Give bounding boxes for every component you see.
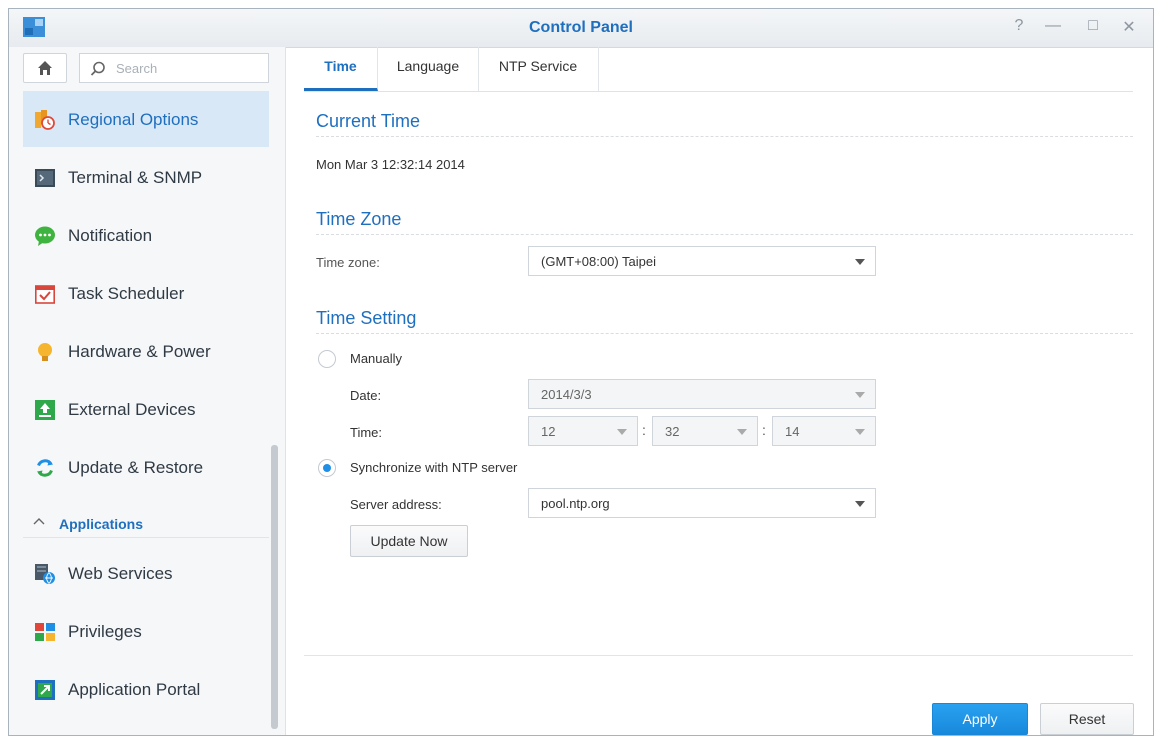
chevron-down-icon	[617, 429, 627, 435]
sidebar-item-label: External Devices	[68, 400, 196, 419]
terminal-icon	[35, 169, 55, 187]
minimize-icon[interactable]: —	[1043, 17, 1063, 35]
chevron-down-icon	[737, 429, 747, 435]
sidebar-item-label: Privileges	[68, 622, 142, 641]
external-devices-icon	[35, 400, 55, 420]
chevron-down-icon	[855, 501, 865, 507]
sidebar-item-label: Regional Options	[68, 110, 199, 129]
sidebar-item-privileges[interactable]: Privileges	[23, 603, 269, 659]
application-portal-icon	[35, 680, 55, 700]
sidebar-item-web-services[interactable]: Web Services	[23, 545, 269, 601]
search-field[interactable]	[79, 53, 269, 83]
manual-label: Manually	[350, 351, 403, 366]
second-select[interactable]: 14	[772, 416, 876, 446]
sidebar-item-label: Notification	[68, 226, 153, 245]
sidebar-item-application-portal[interactable]: Application Portal	[23, 661, 269, 717]
server-address-label: Server address:	[350, 497, 442, 512]
server-address-combo[interactable]: pool.ntp.org	[528, 488, 876, 518]
chevron-up-icon	[33, 515, 45, 529]
update-now-button[interactable]: Update Now	[350, 525, 468, 557]
time-zone-select[interactable]: (GMT+08:00) Taipei	[528, 246, 876, 276]
regional-options-icon	[35, 110, 55, 130]
divider	[316, 136, 1133, 137]
tab-bar: Time Language NTP Service	[304, 47, 1133, 92]
help-icon[interactable]: ?	[1009, 17, 1029, 35]
hour-value: 12	[541, 424, 556, 439]
chevron-down-icon	[855, 429, 865, 435]
sidebar-item-label: Application Portal	[68, 680, 201, 699]
tab-time[interactable]: Time	[304, 47, 378, 91]
hardware-power-icon	[38, 343, 52, 361]
current-time-value: Mon Mar 3 12:32:14 2014	[316, 157, 465, 172]
time-label: Time:	[350, 425, 383, 440]
control-panel-window: Control Panel ? — □ ✕ Search Regional Op…	[8, 8, 1154, 736]
second-value: 14	[785, 424, 800, 439]
sidebar-item-label: Web Services	[68, 564, 173, 583]
minute-select[interactable]: 32	[652, 416, 758, 446]
time-zone-value: (GMT+08:00) Taipei	[541, 254, 657, 269]
close-icon[interactable]: ✕	[1119, 17, 1139, 37]
minute-value: 32	[665, 424, 680, 439]
sidebar-item-task-scheduler[interactable]: Task Scheduler	[23, 265, 269, 321]
date-label: Date:	[350, 388, 382, 403]
home-button[interactable]	[23, 53, 67, 83]
privileges-icon	[35, 623, 55, 641]
web-services-icon	[35, 564, 55, 584]
sidebar-item-update-restore[interactable]: Update & Restore	[23, 439, 269, 495]
time-zone-label: Time zone:	[316, 255, 380, 270]
ntp-sync-radio[interactable]	[318, 459, 336, 477]
footer-divider	[304, 655, 1133, 656]
sidebar-item-label: Terminal & SNMP	[68, 168, 203, 187]
search-input[interactable]	[114, 60, 258, 77]
sidebar-item-regional-options[interactable]: Regional Options	[23, 91, 269, 147]
current-time-heading: Current Time	[316, 111, 421, 131]
divider	[316, 333, 1133, 334]
section-label: Applications	[59, 516, 144, 532]
reset-button[interactable]: Reset	[1040, 703, 1134, 735]
maximize-icon[interactable]: □	[1083, 17, 1103, 35]
date-value: 2014/3/3	[541, 387, 592, 402]
update-restore-icon	[37, 459, 53, 477]
tab-ntp-service[interactable]: NTP Service	[478, 47, 599, 91]
home-icon	[38, 61, 52, 75]
chevron-down-icon	[855, 259, 865, 265]
ntp-sync-label: Synchronize with NTP server	[350, 460, 518, 475]
divider	[316, 234, 1133, 235]
time-zone-heading: Time Zone	[316, 209, 402, 229]
server-address-value: pool.ntp.org	[541, 496, 610, 511]
tab-language[interactable]: Language	[378, 47, 479, 91]
notification-icon	[35, 226, 55, 246]
applications-section-header[interactable]: Applications	[23, 513, 269, 538]
date-picker[interactable]: 2014/3/3	[528, 379, 876, 409]
main-panel: Time Language NTP Service Current Time M…	[286, 47, 1153, 735]
time-setting-heading: Time Setting	[316, 308, 417, 328]
time-separator: :	[642, 422, 646, 438]
sidebar-item-hardware-power[interactable]: Hardware & Power	[23, 323, 269, 379]
apply-button[interactable]: Apply	[932, 703, 1028, 735]
time-separator: :	[762, 422, 766, 438]
sidebar-item-label: Task Scheduler	[68, 284, 185, 303]
sidebar-item-terminal-snmp[interactable]: Terminal & SNMP	[23, 149, 269, 205]
sidebar-item-external-devices[interactable]: External Devices	[23, 381, 269, 437]
sidebar-item-notification[interactable]: Notification	[23, 207, 269, 263]
sidebar: Regional Options Terminal & SNMP Notific…	[9, 47, 286, 735]
title-bar[interactable]: Control Panel ? — □ ✕	[9, 9, 1153, 48]
chevron-down-icon	[855, 392, 865, 398]
search-icon	[90, 61, 105, 76]
hour-select[interactable]: 12	[528, 416, 638, 446]
sidebar-item-label: Hardware & Power	[68, 342, 211, 361]
sidebar-scrollbar[interactable]	[271, 445, 278, 729]
manual-radio[interactable]	[318, 350, 336, 368]
window-title: Control Panel	[528, 19, 633, 36]
task-scheduler-icon	[35, 285, 55, 304]
sidebar-item-label: Update & Restore	[68, 458, 204, 477]
